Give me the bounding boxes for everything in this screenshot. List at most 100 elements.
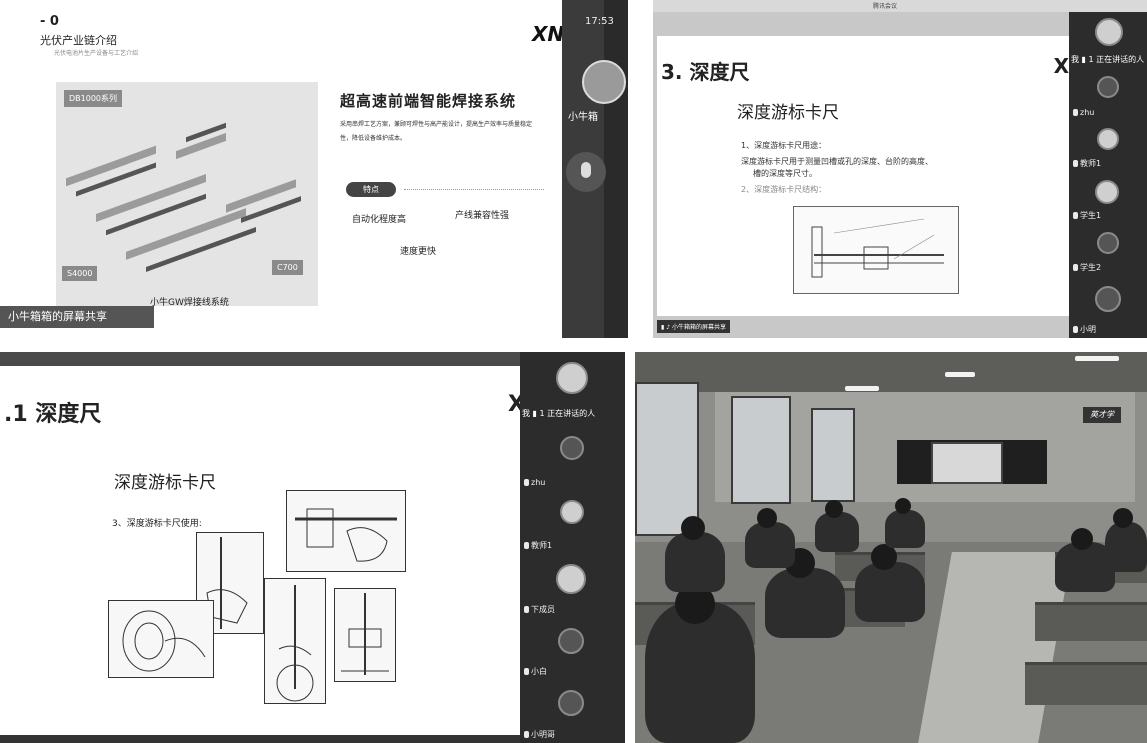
caliper-structure-figure [793, 206, 959, 294]
student [745, 522, 795, 568]
caliper-usage-figure [108, 600, 214, 678]
mic-icon [1073, 264, 1078, 271]
mic-icon [1073, 326, 1078, 333]
participant-tile[interactable]: 学生1 [1069, 172, 1147, 225]
screen-share-panel-3: .1 深度尺 X 深度游标卡尺 3、深度游标卡尺使用: 我 ▮ 1 正在讲话的人… [0, 352, 625, 743]
diagram-tag: DB1000系列 [64, 90, 123, 107]
participant-tile[interactable]: 我 ▮ 1 正在讲话的人 [1069, 12, 1147, 69]
student-head [681, 516, 705, 540]
student-head [757, 508, 777, 528]
diagram-tag: S4000 [62, 266, 98, 281]
student [765, 568, 845, 638]
avatar [1097, 232, 1119, 254]
classroom-sign: 英才学 [1083, 407, 1121, 423]
diagram-caption: 小牛GW焊接线系统 [150, 298, 229, 308]
screen-share-panel-1: - 0 光伏产业链介绍 光伏电池片生产设备与工艺介绍 XN DB1000系列 S… [0, 0, 628, 338]
mic-icon [1073, 160, 1078, 167]
participant-name: 小白 [524, 666, 547, 677]
machine-row [146, 226, 256, 273]
student-head [1113, 508, 1133, 528]
participant-tile[interactable]: zhu [1069, 68, 1147, 121]
ceiling-light [1075, 356, 1119, 361]
section-number: - 0 [40, 14, 59, 29]
machine-row [176, 132, 226, 160]
participant-tile[interactable]: 教师1 [520, 490, 625, 555]
participant-strip: 我 ▮ 1 正在讲话的人 zhu 教师1 学生1 学生2 小明 [1069, 12, 1147, 338]
student-head [1071, 528, 1093, 550]
diagram-tag: C700 [272, 260, 303, 275]
avatar [1095, 286, 1121, 312]
participant-name: 小明 [1073, 324, 1096, 335]
hand-drawing [122, 610, 206, 672]
mic-icon [524, 731, 529, 738]
slide-description: 采用串焊工艺方案，兼顾可焊性与高产能设计，提高生产效率与质量稳定性，降低设备维护… [340, 121, 533, 142]
participant-name: 小明哥 [524, 729, 555, 740]
slide-heading: 3. 深度尺 [661, 60, 750, 84]
avatar [1095, 180, 1119, 204]
brand-logo: X [1053, 54, 1069, 78]
participant-tile[interactable]: 我 ▮ 1 正在讲话的人 [520, 352, 625, 427]
caliper-usage-figure [286, 490, 406, 572]
participant-tile[interactable]: zhu [520, 426, 625, 491]
mic-icon [524, 606, 529, 613]
hand-drawing [341, 593, 389, 675]
student-head [895, 498, 911, 514]
participant-name: zhu [1073, 108, 1094, 117]
window [811, 408, 855, 502]
caliper-usage-figure [334, 588, 396, 682]
slide-text-line: 2、深度游标卡尺结构： [741, 185, 827, 194]
avatar [556, 564, 586, 594]
slide-subtitle: 光伏电池片生产设备与工艺介绍 [54, 50, 139, 57]
slide-heading: 超高速前端智能焊接系统 [340, 92, 517, 110]
student [665, 532, 725, 592]
slide-text-line: 槽的深度等尺寸。 [753, 169, 817, 178]
caliper-drawing [811, 218, 944, 278]
participant-name: 学生1 [1073, 210, 1101, 221]
mic-icon [1073, 109, 1078, 116]
mic-icon[interactable] [566, 152, 606, 192]
slide-text-line: 1、深度游标卡尺用途： [741, 141, 827, 150]
caliper-usage-figure [264, 578, 326, 704]
mic-icon [524, 668, 529, 675]
participant-tile[interactable]: 小白 [520, 618, 625, 681]
window-edge [604, 0, 628, 338]
slide: 3. 深度尺 X 深度游标卡尺 1、深度游标卡尺用途： 深度游标卡尺用于测量凹槽… [657, 36, 1069, 316]
avatar [1097, 128, 1119, 150]
smart-board [931, 442, 1003, 484]
screen-share-label: ▮ ♪ 小牛箱箱的屏幕共享 [657, 320, 730, 333]
ceiling [635, 352, 1147, 392]
hand-drawing [276, 585, 314, 702]
participant-tile[interactable]: 小明 [1069, 276, 1147, 338]
mic-icon [524, 542, 529, 549]
window [635, 382, 699, 536]
window-bottom-bar [0, 735, 520, 743]
slide-text-line: 深度游标卡尺用于测量凹槽或孔的深度、台阶的高度、 [741, 157, 933, 166]
participant-name: 教师1 [524, 540, 552, 551]
clock: 17:53 [585, 16, 614, 27]
screen-share-label: 小牛箱箱的屏幕共享 [0, 306, 154, 328]
slide-title: 深度游标卡尺 [737, 103, 839, 123]
camera-name-label: 小牛箱 [568, 112, 598, 123]
avatar [558, 628, 584, 654]
avatar [558, 690, 584, 716]
participant-tile[interactable]: 学生2 [1069, 224, 1147, 277]
desk [1035, 602, 1147, 641]
student [855, 562, 925, 622]
production-line-diagram: DB1000系列 S4000 C700 [56, 82, 318, 306]
slide-title: 光伏产业链介绍 [40, 34, 117, 47]
window-titlebar: 腾讯会议 [653, 0, 1147, 12]
participant-tile[interactable]: 下成员 [520, 554, 625, 619]
participant-strip: 我 ▮ 1 正在讲话的人 zhu 教师1 下成员 小白 小明哥 [520, 352, 625, 743]
feature-button[interactable]: 特点 [346, 182, 396, 197]
slide-title: 深度游标卡尺 [114, 473, 216, 493]
participant-tile[interactable]: 小明哥 [520, 680, 625, 743]
slide-heading: .1 深度尺 [4, 402, 102, 427]
student [1105, 522, 1147, 572]
ceiling-light [945, 372, 975, 377]
hand-drawing [295, 508, 397, 562]
avatar[interactable] [582, 60, 626, 104]
avatar [1097, 76, 1119, 98]
participant-tile[interactable]: 教师1 [1069, 120, 1147, 173]
divider [404, 189, 544, 191]
window [731, 396, 791, 504]
